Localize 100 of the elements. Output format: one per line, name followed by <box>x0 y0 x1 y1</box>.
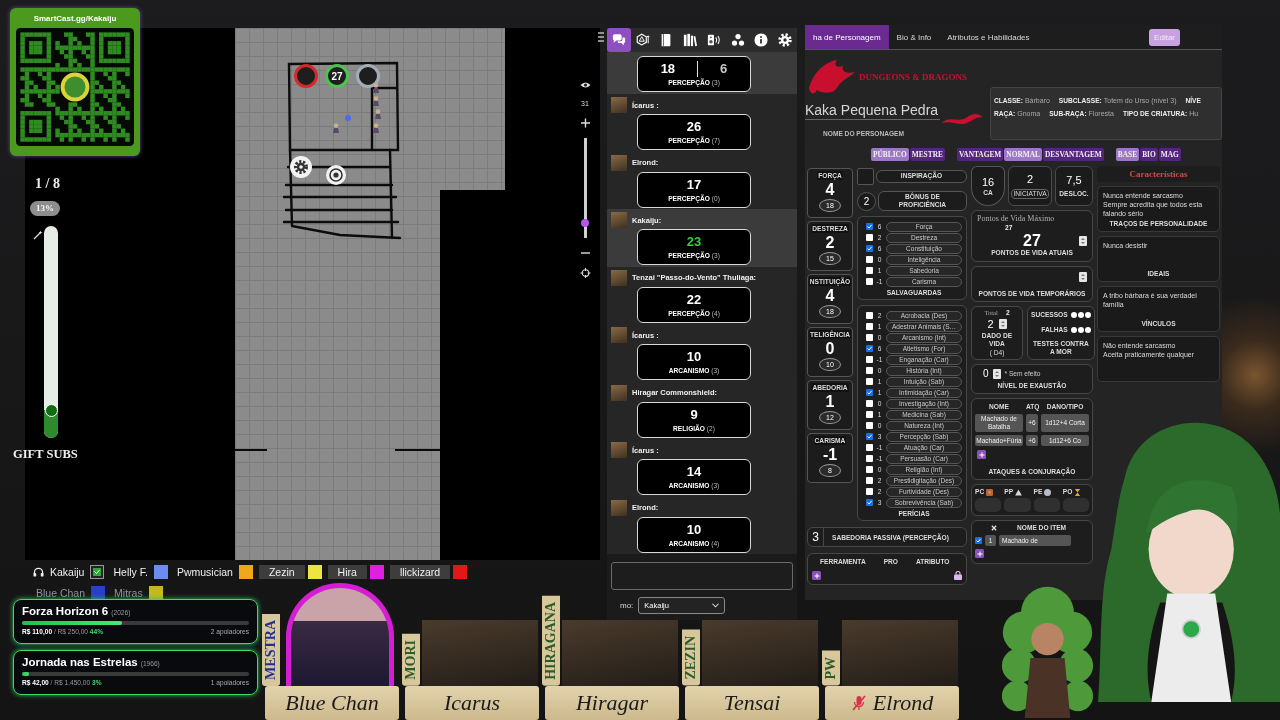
eye-icon[interactable] <box>579 80 591 90</box>
sphere-icon <box>1044 488 1052 496</box>
mini-token-icon[interactable] <box>372 83 380 93</box>
voice-member-name: Hira <box>327 565 367 579</box>
checkbox[interactable] <box>866 312 873 319</box>
plus-icon[interactable] <box>579 118 591 128</box>
ability-modifier: 1 <box>825 392 835 411</box>
wall-line <box>235 449 267 451</box>
checkbox[interactable] <box>866 466 873 473</box>
x-icon[interactable] <box>991 525 997 531</box>
voice-member-name: Zezin <box>258 565 305 579</box>
roll-result: 10 <box>685 521 703 538</box>
death-save-circle-icon[interactable] <box>1084 326 1091 333</box>
ability-modifier: 4 <box>825 180 835 199</box>
member-name: Tensai <box>723 690 781 716</box>
sheet-tab[interactable]: ha de Personagem <box>805 25 889 49</box>
gear-icon[interactable] <box>290 156 312 178</box>
sheet-tab[interactable]: Atributos e Habilidades <box>939 25 1038 49</box>
player-tag: MORI <box>402 634 420 686</box>
checkbox[interactable] <box>866 267 873 274</box>
coin-tile-icon <box>986 488 994 496</box>
voice-member-name: Kakaiju <box>49 565 86 579</box>
checkbox[interactable] <box>866 323 873 330</box>
chat-tab[interactable] <box>607 28 631 52</box>
checkbox[interactable] <box>866 477 873 484</box>
checkbox[interactable] <box>866 455 873 462</box>
spinner-icon[interactable] <box>998 319 1007 330</box>
roll-result: 10 <box>685 349 703 365</box>
death-save-circle-icon[interactable] <box>1070 312 1077 318</box>
checkbox[interactable] <box>866 345 873 352</box>
checkbox[interactable] <box>866 234 873 241</box>
player-tag: PW <box>822 651 840 686</box>
checkbox[interactable] <box>866 356 873 363</box>
checkbox[interactable] <box>866 245 873 252</box>
ability-modifier: 4 <box>825 286 835 305</box>
marker-dot-icon <box>345 115 351 121</box>
section-title: Características <box>1097 166 1220 182</box>
death-save-circle-icon[interactable] <box>1084 312 1091 318</box>
checkbox[interactable] <box>866 444 873 451</box>
lock-icon[interactable] <box>954 571 962 580</box>
drag-handle-icon[interactable] <box>597 31 605 43</box>
target-icon[interactable] <box>326 165 346 185</box>
death-save-circle-icon[interactable] <box>1077 312 1084 318</box>
checkbox[interactable] <box>866 422 873 429</box>
checkbox[interactable] <box>866 256 873 263</box>
chat-input-field[interactable] <box>611 562 793 590</box>
gift-subs-label: GIFT SUBS <box>13 447 78 461</box>
checkbox[interactable] <box>866 378 873 385</box>
player-tag: MESTRA <box>262 614 280 686</box>
roll-result: 17 <box>685 176 703 193</box>
checkbox[interactable] <box>975 537 982 544</box>
proficiency-value: 2 <box>857 191 876 211</box>
qr-code-icon <box>16 28 134 146</box>
voice-member-name: Blue Chan <box>35 586 87 600</box>
add-button[interactable] <box>977 450 986 459</box>
checkbox[interactable] <box>866 278 873 285</box>
member-name: Hiragar <box>575 690 649 716</box>
info-icon <box>754 33 769 47</box>
voice-member-name: Pwmusician <box>175 565 234 579</box>
member-name: Elrond <box>872 690 934 716</box>
hourglass-icon <box>1074 488 1082 496</box>
checkbox[interactable] <box>866 411 873 418</box>
crosshair-icon[interactable] <box>579 268 591 278</box>
checkbox[interactable] <box>866 389 873 396</box>
checkbox[interactable] <box>866 334 873 341</box>
hp-current-value[interactable]: 27 <box>1023 232 1041 249</box>
avatar-thumbnail <box>611 97 627 113</box>
spinner-icon[interactable] <box>1079 235 1087 246</box>
checkbox[interactable] <box>866 433 873 440</box>
checkbox[interactable] <box>866 223 873 230</box>
death-save-circle-icon[interactable] <box>1077 326 1084 333</box>
speaker-icon <box>706 33 721 47</box>
checkbox[interactable] <box>866 367 873 374</box>
roll-result: 22 <box>685 291 703 308</box>
mini-token-icon[interactable] <box>372 123 380 133</box>
checkbox[interactable] <box>866 400 873 407</box>
checkbox[interactable] <box>866 499 873 506</box>
roll-result: 14 <box>685 464 703 480</box>
muted-mic-icon <box>850 695 867 711</box>
zoom-slider-thumb[interactable] <box>581 218 589 227</box>
add-button[interactable] <box>975 549 984 558</box>
character-name-field[interactable]: Kaka Pequena Pedra <box>805 101 941 120</box>
plus-icon <box>978 451 985 458</box>
add-button[interactable] <box>812 571 821 580</box>
spinner-icon[interactable] <box>992 368 1001 379</box>
roll-result: 18 <box>659 61 677 77</box>
books-icon <box>683 33 698 47</box>
mini-token-icon[interactable] <box>372 96 380 106</box>
caret-icon <box>712 602 720 608</box>
stat-value: 16 <box>981 175 995 189</box>
avatar-thumbnail <box>611 154 627 171</box>
passive-value: 3 <box>808 528 824 546</box>
death-save-circle-icon[interactable] <box>1070 326 1077 333</box>
d20-dice-icon <box>635 33 650 47</box>
exhaustion-value[interactable]: 0 <box>983 368 989 379</box>
stat-value: 2 <box>1026 173 1034 186</box>
checkbox[interactable] <box>866 488 873 495</box>
roll-result: 23 <box>685 234 703 250</box>
sheet-tab[interactable]: Bio & Info <box>888 25 940 49</box>
hit-dice-value[interactable]: 2 <box>987 318 994 331</box>
